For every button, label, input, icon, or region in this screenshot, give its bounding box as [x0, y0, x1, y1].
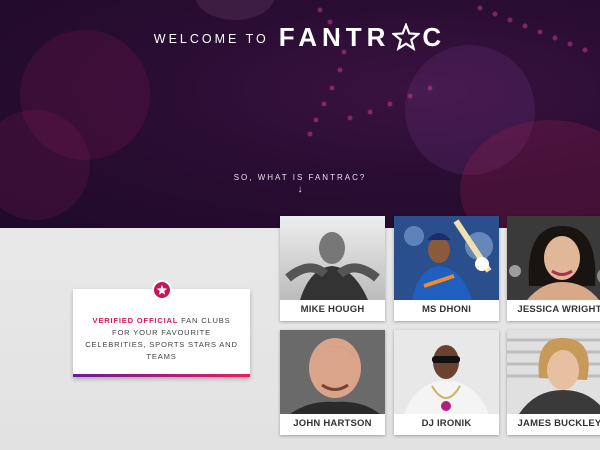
- celebrity-photo: [280, 330, 385, 414]
- celebrity-tile[interactable]: MIKE HOUGH: [280, 216, 385, 321]
- celebrity-tile[interactable]: JOHN HARTSON: [280, 330, 385, 435]
- celebrity-photo: [394, 216, 499, 300]
- celebrity-photo: [507, 216, 600, 300]
- hero-title: WELCOME TO FANTR C: [0, 22, 600, 55]
- star-logo-icon: [392, 23, 421, 52]
- brand-logo[interactable]: FANTR C: [279, 22, 446, 52]
- star-badge-icon: [152, 280, 172, 300]
- welcome-text: WELCOME TO: [153, 31, 269, 46]
- what-is-fantrac-link[interactable]: SO, WHAT IS FANTRAC?: [0, 173, 600, 182]
- hero-banner: WELCOME TO FANTR C SO, WHAT IS FANTRAC? ↓: [0, 0, 600, 228]
- celebrity-photo: [280, 216, 385, 300]
- celebrity-name: JESSICA WRIGHT: [517, 304, 600, 315]
- info-card-text: VERIFIED OFFICIAL FAN CLUBS FOR YOUR FAV…: [83, 315, 240, 363]
- celebrity-name: DJ IRONIK: [421, 418, 472, 429]
- celebrity-name: JOHN HARTSON: [293, 418, 372, 429]
- arrow-down-icon[interactable]: ↓: [0, 184, 600, 195]
- celebrity-tile[interactable]: DJ IRONIK: [394, 330, 499, 435]
- brand-text-left: FANTR: [278, 22, 391, 52]
- celebrity-tile[interactable]: MS DHONI: [394, 216, 499, 321]
- celebrity-name: MS DHONI: [421, 304, 472, 315]
- celebrity-name: JAMES BUCKLEY: [517, 418, 600, 429]
- celebrity-photo: [394, 330, 499, 414]
- info-card: VERIFIED OFFICIAL FAN CLUBS FOR YOUR FAV…: [73, 280, 250, 377]
- celebrity-name: MIKE HOUGH: [300, 304, 365, 315]
- celebrity-photo: [507, 330, 600, 414]
- verified-official-highlight: VERIFIED OFFICIAL: [92, 316, 179, 325]
- celebrity-tile[interactable]: JAMES BUCKLEY: [507, 330, 600, 435]
- celebrity-tile[interactable]: JESSICA WRIGHT: [507, 216, 600, 321]
- brand-text-right: C: [422, 22, 447, 52]
